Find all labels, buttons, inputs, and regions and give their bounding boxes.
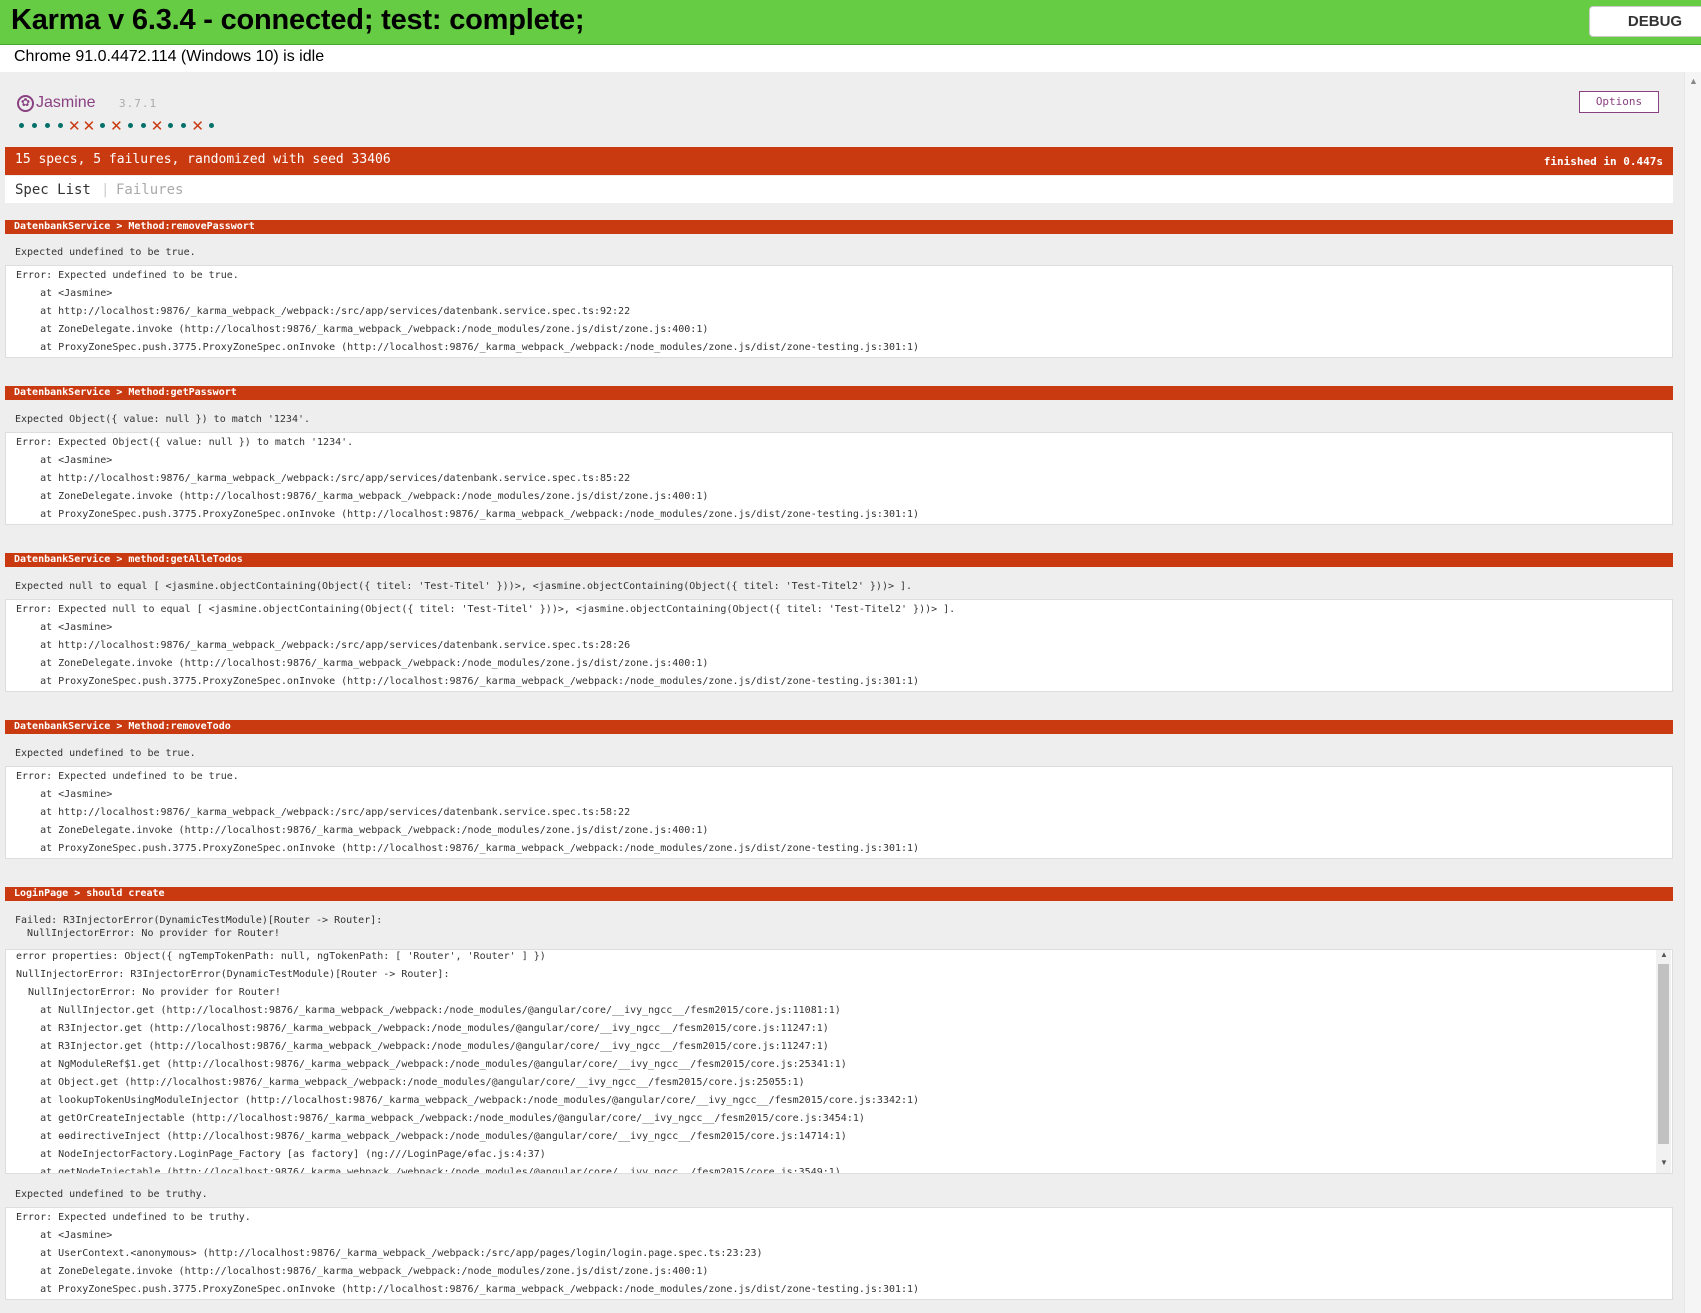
stack-line: at ProxyZoneSpec.push.3775.ProxyZoneSpec… [16,509,920,520]
stack-line: at R3Injector.get (http://localhost:9876… [16,1023,829,1034]
stack-trace: Error: Expected undefined to be true. at… [5,766,1673,859]
spec-passed-icon[interactable] [140,122,146,128]
stack-line: at ZoneDelegate.invoke (http://localhost… [16,324,709,335]
karma-banner: Karma v 6.3.4 - connected; test: complet… [0,0,1701,45]
jasmine-logo: ✿ Jasmine [17,94,96,112]
stack-line: Error: Expected undefined to be truthy. [16,1212,251,1223]
jasmine-version: 3.7.1 [119,97,158,110]
stack-line: at NgModuleRef$1.get (http://localhost:9… [16,1059,847,1070]
stack-scrollbar[interactable]: ▲ ▼ [1656,950,1671,1173]
stack-line: at ProxyZoneSpec.push.3775.ProxyZoneSpec… [16,342,920,353]
stack-line: at ProxyZoneSpec.push.3775.ProxyZoneSpec… [16,1284,920,1295]
stack-line: at getNodeInjectable (http://localhost:9… [16,1167,841,1174]
failure-title[interactable]: DatenbankService > Method:removePasswort [5,220,1673,234]
stack-line: at <Jasmine> [16,1230,113,1241]
page-scrollbar[interactable] [1684,72,1701,1313]
stack-line: at ZoneDelegate.invoke (http://localhost… [16,491,709,502]
stack-line: Error: Expected Object({ value: null }) … [16,437,354,448]
failure-message: Expected null to equal [ <jasmine.object… [15,581,913,592]
stack-line: at <Jasmine> [16,789,113,800]
stack-line: at <Jasmine> [16,622,113,633]
spec-passed-icon[interactable] [208,122,214,128]
scroll-up-arrow-icon[interactable]: ▲ [1689,76,1698,86]
jasmine-flower-icon: ✿ [17,94,34,112]
stack-trace-scrollable[interactable]: error properties: Object({ ngTempTokenPa… [5,949,1673,1174]
stack-line: Error: Expected undefined to be true. [16,771,239,782]
stack-line: at ProxyZoneSpec.push.3775.ProxyZoneSpec… [16,843,920,854]
spec-passed-icon[interactable] [100,122,106,128]
spec-passed-icon[interactable] [45,122,50,128]
stack-trace: Error: Expected Object({ value: null }) … [5,432,1673,525]
stack-line: at <Jasmine> [16,288,113,299]
stack-line: error properties: Object({ ngTempTokenPa… [16,951,546,962]
stack-line: Error: Expected undefined to be true. [16,270,239,281]
failure-message: Failed: R3InjectorError(DynamicTestModul… [15,915,383,939]
scroll-up-arrow-icon[interactable]: ▲ [1660,950,1668,959]
stack-line: at ProxyZoneSpec.push.3775.ProxyZoneSpec… [16,676,920,687]
spec-failed-icon[interactable]: ✕ [191,118,204,133]
stack-line: at http://localhost:9876/_karma_webpack_… [16,473,631,484]
stack-line: at ɵɵdirectiveInject (http://localhost:9… [16,1131,847,1142]
summary-bar: 15 specs, 5 failures, randomized with se… [5,147,1673,175]
failure-title[interactable]: DatenbankService > Method:getPasswort [5,386,1673,400]
stack-line: at NodeInjectorFactory.LoginPage_Factory… [16,1149,546,1160]
debug-button[interactable]: DEBUG [1589,6,1701,37]
stack-line: at http://localhost:9876/_karma_webpack_… [16,306,631,317]
failures-link[interactable]: Failures [116,182,183,198]
failure-message: Expected undefined to be truthy. [15,1189,208,1200]
stack-trace: Error: Expected undefined to be truthy. … [5,1207,1673,1300]
stack-line: at getOrCreateInjectable (http://localho… [16,1113,865,1124]
results-menu: Spec List | Failures [5,176,1673,203]
stack-line: at http://localhost:9876/_karma_webpack_… [16,807,631,818]
stack-line: at ZoneDelegate.invoke (http://localhost… [16,825,709,836]
spec-failed-icon[interactable]: ✕ [110,118,123,133]
spec-list-link[interactable]: Spec List [15,182,91,198]
karma-status-title: Karma v 6.3.4 - connected; test: complet… [11,4,585,36]
failure-title[interactable]: DatenbankService > Method:removeTodo [5,720,1673,734]
spec-passed-icon[interactable] [181,122,187,128]
scrollbar-thumb[interactable] [1658,964,1669,1144]
options-button[interactable]: Options [1579,91,1659,113]
stack-line: at NullInjector.get (http://localhost:98… [16,1005,841,1016]
duration-text: finished in 0.447s [1543,155,1663,168]
stack-line: at http://localhost:9876/_karma_webpack_… [16,640,631,651]
stack-line: at ZoneDelegate.invoke (http://localhost… [16,1266,709,1277]
stack-line: at ZoneDelegate.invoke (http://localhost… [16,658,709,669]
stack-line: at R3Injector.get (http://localhost:9876… [16,1041,829,1052]
stack-trace: Error: Expected null to equal [ <jasmine… [5,599,1673,692]
failure-title[interactable]: DatenbankService > method:getAlleTodos [5,553,1673,567]
menu-separator: | [101,182,110,198]
summary-text: 15 specs, 5 failures, randomized with se… [15,152,391,167]
failure-message: Expected undefined to be true. [15,247,196,258]
stack-line: at <Jasmine> [16,455,113,466]
failure-title[interactable]: LoginPage > should create [5,887,1673,901]
spec-passed-icon[interactable] [58,122,63,128]
stack-line: at UserContext.<anonymous> (http://local… [16,1248,763,1259]
jasmine-logo-text: Jasmine [36,94,96,111]
spec-passed-icon[interactable] [127,122,133,128]
spec-result-symbols: ✕ ✕ ✕ ✕ ✕ [15,117,218,133]
stack-line: Error: Expected null to equal [ <jasmine… [16,604,956,615]
failure-message: Expected Object({ value: null }) to matc… [15,414,311,425]
scroll-down-arrow-icon[interactable]: ▼ [1660,1158,1668,1167]
spec-passed-icon[interactable] [19,122,24,128]
stack-line: NullInjectorError: R3InjectorError(Dynam… [16,969,450,980]
spec-failed-icon[interactable]: ✕ [83,118,96,133]
spec-failed-icon[interactable]: ✕ [68,118,81,133]
failure-message: Expected undefined to be true. [15,748,196,759]
stack-line: at Object.get (http://localhost:9876/_ka… [16,1077,805,1088]
stack-line: NullInjectorError: No provider for Route… [16,987,281,998]
stack-line: at lookupTokenUsingModuleInjector (http:… [16,1095,920,1106]
spec-passed-icon[interactable] [168,122,174,128]
spec-passed-icon[interactable] [32,122,37,128]
stack-trace: Error: Expected undefined to be true. at… [5,265,1673,358]
browser-status: Chrome 91.0.4472.114 (Windows 10) is idl… [14,48,325,65]
spec-failed-icon[interactable]: ✕ [151,118,164,133]
